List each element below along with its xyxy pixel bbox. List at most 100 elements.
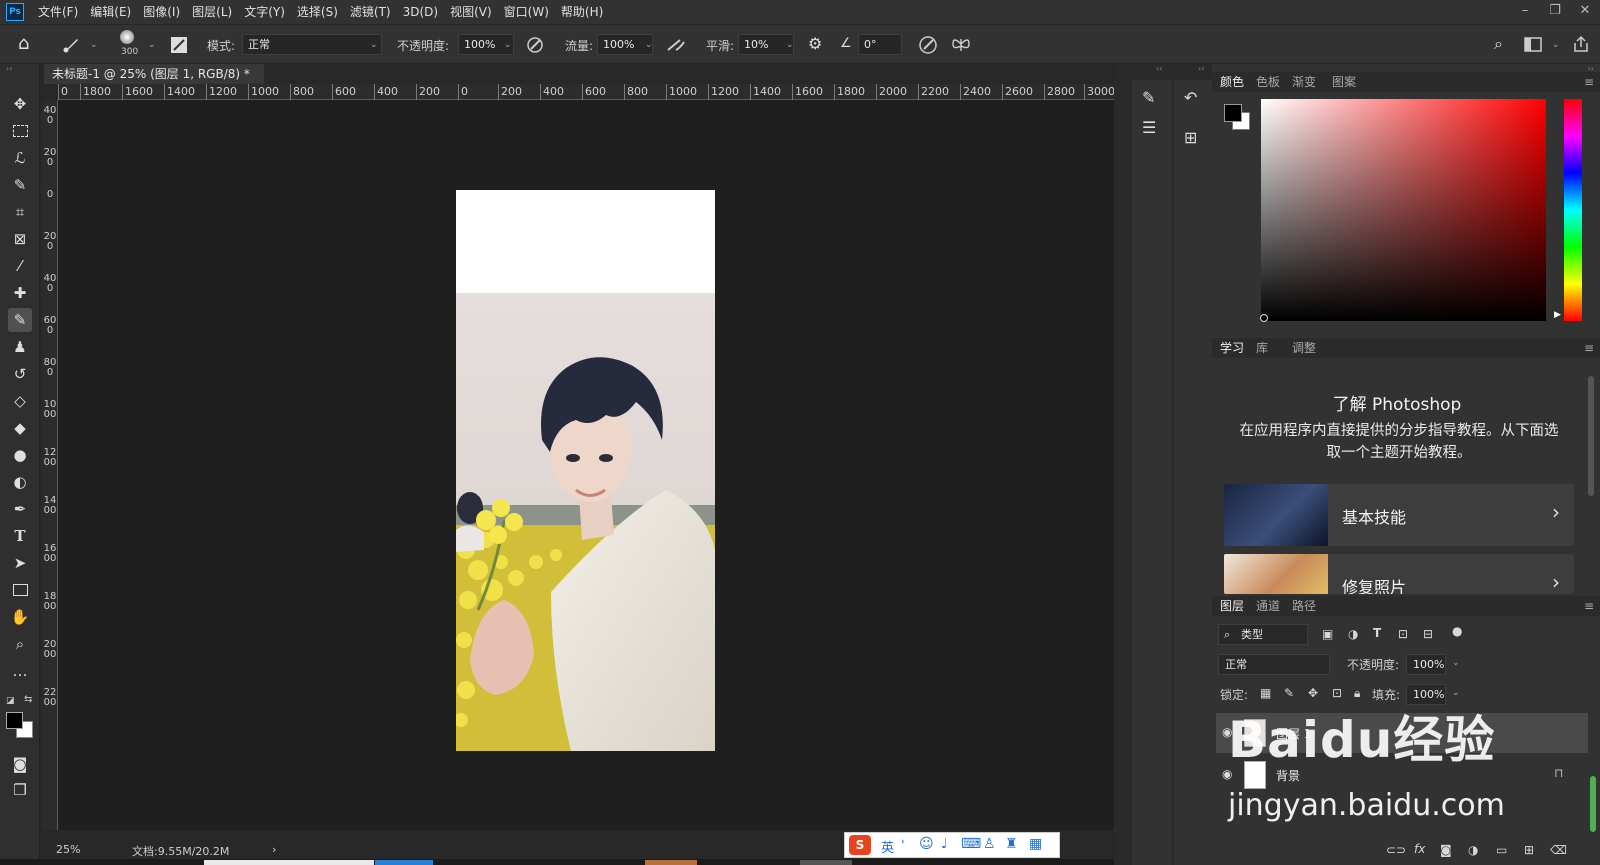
trash-icon[interactable]: ⌫ (1550, 843, 1567, 857)
filter-shape-icon[interactable]: ⊡ (1398, 627, 1408, 641)
crop-tool-icon[interactable]: ⌗ (8, 200, 32, 224)
mask-icon[interactable]: ◙ (1440, 843, 1452, 857)
layer-row[interactable]: ◉ 图层 1 (1216, 713, 1588, 753)
pressure-size-icon[interactable] (918, 35, 938, 55)
chevron-down-icon[interactable]: ⌄ (786, 40, 794, 50)
hue-slider[interactable] (1564, 99, 1582, 321)
layer-name[interactable]: 图层 1 (1276, 725, 1311, 742)
keyboard-icon[interactable]: ⌨ (961, 836, 981, 852)
lock-position-icon[interactable]: ✥ (1308, 686, 1318, 700)
filter-smart-object-icon[interactable]: ⊟ (1423, 627, 1433, 641)
sogou-logo[interactable]: S (849, 835, 871, 855)
frame-tool-icon[interactable]: ⊠ (8, 227, 32, 251)
menu-3d[interactable]: 3D(D) (397, 0, 444, 24)
tab-swatches[interactable]: 色板 (1256, 72, 1280, 92)
brush-settings-panel-icon[interactable]: ✎ (1142, 88, 1155, 107)
eyedropper-tool-icon[interactable]: ⁄ (8, 254, 32, 278)
brush-preset-icon[interactable] (120, 30, 134, 44)
toolbox-icon[interactable]: ▦ (1029, 836, 1042, 852)
quick-mask-icon[interactable]: ◙ (8, 752, 32, 776)
lock-pixels-icon[interactable]: ✎ (1284, 686, 1294, 700)
minimize-button[interactable]: – (1510, 0, 1540, 24)
layer-name[interactable]: 背景 (1276, 767, 1300, 784)
chevron-down-icon[interactable]: ⌄ (1552, 40, 1560, 50)
chevron-down-icon[interactable]: ⌄ (1452, 658, 1460, 668)
color-picker-handle[interactable] (1260, 314, 1268, 322)
symmetry-butterfly-icon[interactable] (950, 36, 972, 54)
adjustments-panel-icon[interactable]: ☰ (1142, 118, 1156, 137)
layer-row[interactable]: ◉ 背景 ⊓ (1216, 755, 1588, 795)
type-tool-icon[interactable]: T (8, 524, 32, 548)
learn-scrollbar[interactable] (1586, 364, 1596, 594)
panel-menu-icon[interactable]: ≡ (1584, 338, 1594, 358)
paint-bucket-tool-icon[interactable]: ◆ (8, 416, 32, 440)
filter-adjustment-icon[interactable]: ◑ (1348, 627, 1358, 641)
eraser-tool-icon[interactable]: ◇ (8, 389, 32, 413)
fill-input[interactable]: 100% (1406, 684, 1446, 705)
hand-tool-icon[interactable]: ✋ (8, 605, 32, 629)
tab-gradients[interactable]: 渐变 (1292, 72, 1316, 92)
quick-select-tool-icon[interactable]: ✎ (8, 173, 32, 197)
gear-icon[interactable]: ⚙ (808, 34, 822, 53)
collapse-icon[interactable]: ‹‹ (1198, 64, 1204, 73)
menu-window[interactable]: 窗口(W) (498, 0, 555, 24)
emoji-icon[interactable]: ☺ (919, 836, 934, 852)
menu-select[interactable]: 选择(S) (291, 0, 344, 24)
tab-channels[interactable]: 通道 (1256, 596, 1280, 616)
properties-panel-icon[interactable]: ⊞ (1184, 128, 1197, 147)
layer-opacity-input[interactable]: 100% (1406, 654, 1446, 675)
menu-type[interactable]: 文字(Y) (238, 0, 291, 24)
adjustment-icon[interactable]: ◑ (1468, 843, 1478, 857)
path-select-tool-icon[interactable]: ➤ (8, 551, 32, 575)
panel-menu-icon[interactable]: ≡ (1584, 596, 1594, 616)
user-icon[interactable]: ♙ (983, 836, 996, 852)
learn-card-basic-skills[interactable]: 基本技能 › (1224, 484, 1574, 546)
chevron-down-icon[interactable]: ⌄ (1452, 688, 1460, 698)
eye-icon[interactable]: ◉ (1222, 767, 1232, 781)
fx-icon[interactable]: fx (1414, 842, 1425, 856)
microphone-icon[interactable]: ♩ (941, 836, 948, 852)
brush-settings-icon[interactable] (170, 36, 188, 54)
document-canvas[interactable] (456, 190, 715, 751)
menu-file[interactable]: 文件(F) (32, 0, 84, 24)
tab-learn[interactable]: 学习 (1220, 338, 1244, 358)
share-icon[interactable] (1572, 35, 1590, 53)
chevron-down-icon[interactable]: ⌄ (90, 40, 98, 50)
taskbar-item[interactable] (375, 860, 433, 865)
tab-patterns[interactable]: 图案 (1332, 72, 1356, 92)
menu-help[interactable]: 帮助(H) (555, 0, 609, 24)
history-panel-icon[interactable]: ↶ (1184, 88, 1197, 107)
filter-toggle-icon[interactable]: ● (1452, 624, 1462, 638)
link-icon[interactable]: ⊂⊃ (1386, 843, 1406, 857)
ime-punctuation[interactable]: ˒ (901, 835, 905, 851)
filter-type-icon[interactable]: T (1373, 626, 1381, 640)
skin-icon[interactable]: ♜ (1005, 836, 1018, 852)
tab-color[interactable]: 颜色 (1220, 72, 1244, 92)
tab-libraries[interactable]: 库 (1256, 338, 1268, 358)
collapse-icon[interactable]: ›› (6, 64, 12, 73)
new-layer-icon[interactable]: ⊞ (1524, 843, 1534, 857)
menu-edit[interactable]: 编辑(E) (84, 0, 137, 24)
restore-button[interactable]: ❐ (1540, 0, 1570, 24)
marquee-tool-icon[interactable] (8, 119, 32, 143)
menu-filter[interactable]: 滤镜(T) (344, 0, 397, 24)
panel-menu-icon[interactable]: ≡ (1584, 72, 1594, 92)
pressure-opacity-icon[interactable] (526, 36, 544, 54)
rectangle-tool-icon[interactable] (8, 578, 32, 602)
workspace-icon[interactable] (1524, 37, 1542, 52)
taskbar-item[interactable] (645, 860, 697, 865)
learn-card-fix-photo[interactable]: 修复照片 › (1224, 554, 1574, 594)
eye-icon[interactable]: ◉ (1222, 725, 1232, 739)
status-menu-arrow[interactable]: › (272, 843, 276, 856)
foreground-color-swatch[interactable] (1224, 104, 1242, 122)
taskbar-item[interactable] (204, 860, 374, 865)
brush-tool-icon[interactable] (62, 36, 80, 54)
menu-image[interactable]: 图像(I) (137, 0, 186, 24)
tab-paths[interactable]: 路径 (1292, 596, 1316, 616)
blend-mode-select[interactable]: 正常 (1218, 654, 1330, 675)
taskbar-item[interactable] (800, 860, 852, 865)
menu-view[interactable]: 视图(V) (444, 0, 498, 24)
color-field[interactable] (1261, 99, 1546, 321)
more-tools-icon[interactable]: … (8, 659, 32, 683)
filter-pixel-icon[interactable]: ▣ (1322, 627, 1333, 641)
